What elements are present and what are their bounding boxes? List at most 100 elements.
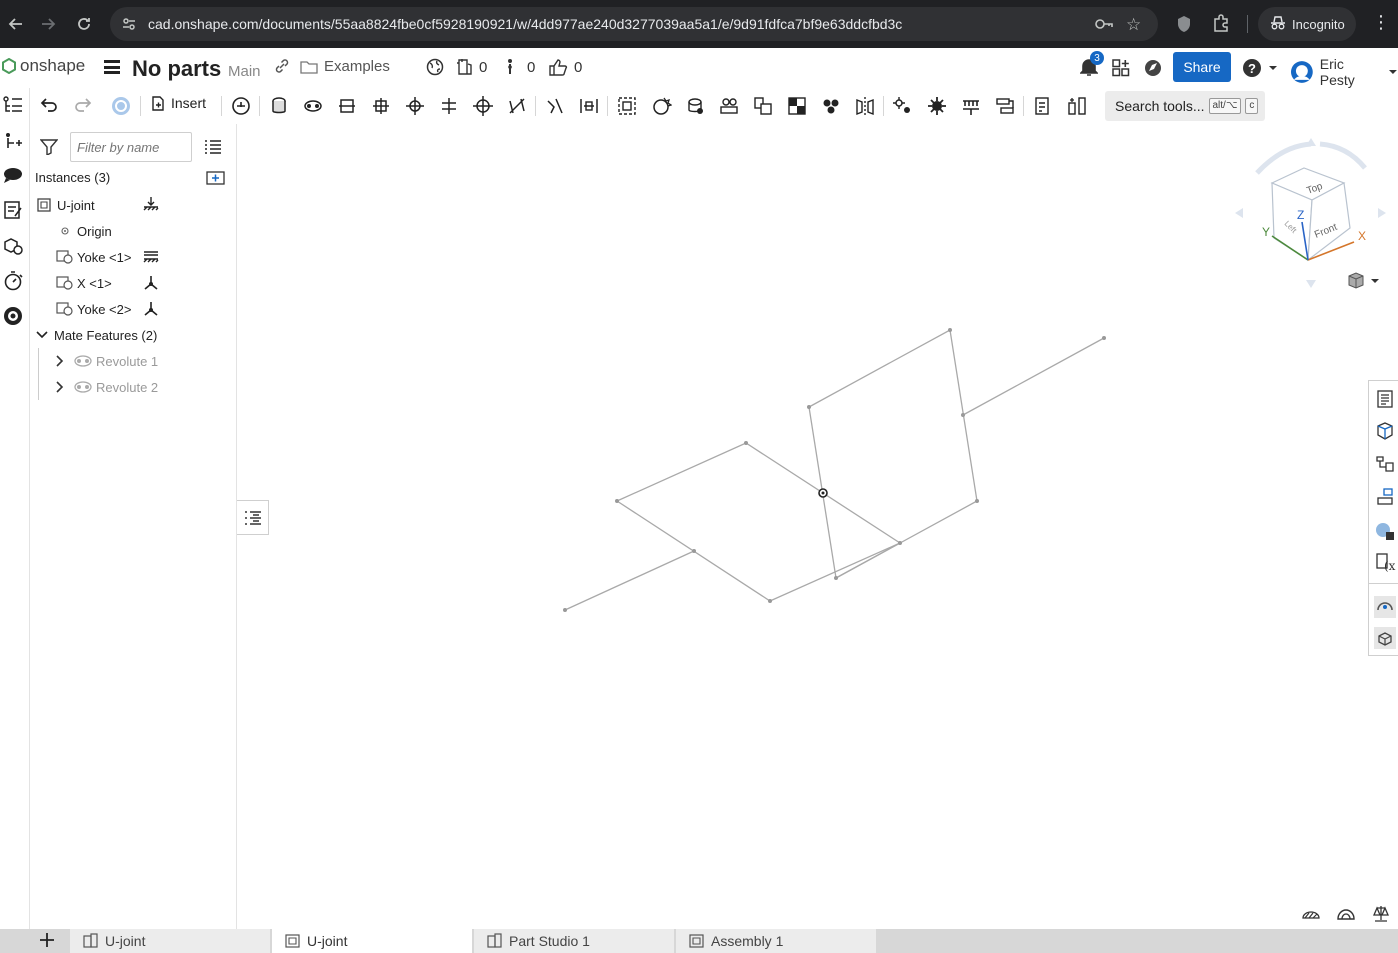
tab-ujoint-pinned[interactable]: U-joint <box>70 929 270 953</box>
browser-menu-icon[interactable]: ⋮ <box>1372 13 1390 31</box>
appearance-icon[interactable] <box>2 305 24 327</box>
reload-icon[interactable] <box>68 8 100 40</box>
mate-connector-icon[interactable] <box>650 95 673 117</box>
link-icon[interactable] <box>274 58 290 74</box>
width-mate-icon[interactable] <box>578 95 600 117</box>
feature-list-icon[interactable] <box>2 94 24 116</box>
undo-icon[interactable] <box>38 95 60 117</box>
notifications-button[interactable]: 3 <box>1080 51 1104 77</box>
insert-button[interactable]: Insert <box>150 94 206 112</box>
comments-icon[interactable] <box>2 165 24 187</box>
fastened-icon[interactable] <box>268 95 290 117</box>
user-menu[interactable]: Eric Pesty <box>1290 56 1398 88</box>
graphics-viewport[interactable]: Top Front Left X Y Z <box>237 124 1398 929</box>
instance-row-origin[interactable]: Origin <box>30 218 237 244</box>
address-bar[interactable]: cad.onshape.com/documents/55aa8824fbe0cf… <box>110 7 1158 41</box>
planar-mate-icon[interactable] <box>370 95 392 117</box>
measure-icon[interactable] <box>1066 95 1088 117</box>
view-mode-dropdown[interactable] <box>1347 272 1379 293</box>
instance-row-yoke2[interactable]: Yoke <2> <box>30 296 237 322</box>
tangent-mate-icon[interactable] <box>544 95 566 117</box>
bom-panel-icon[interactable] <box>1374 453 1396 475</box>
url-text[interactable]: cad.onshape.com/documents/55aa8824fbe0cf… <box>148 16 902 32</box>
onshape-logo[interactable]: onshape <box>2 56 85 76</box>
instance-row-ujoint[interactable]: U-joint <box>30 192 237 218</box>
ball-mate-icon[interactable] <box>472 95 494 117</box>
appearance-panel-icon[interactable] <box>1374 520 1396 542</box>
mate-features-header[interactable]: Mate Features (2) <box>30 322 237 348</box>
panel-collapse-tab[interactable] <box>237 500 269 535</box>
main-menu-icon[interactable] <box>104 60 120 74</box>
bookmark-star-icon[interactable]: ☆ <box>1126 15 1141 35</box>
share-button[interactable]: Share <box>1173 52 1231 82</box>
configurations-icon[interactable] <box>2 235 24 257</box>
section-view-icon[interactable] <box>1301 906 1321 925</box>
app-store-icon[interactable] <box>1111 58 1131 78</box>
document-title[interactable]: No parts <box>132 56 221 82</box>
search-tools-box[interactable]: Search tools... alt/⌥ c <box>1105 91 1265 121</box>
properties-panel-icon[interactable] <box>1374 388 1396 410</box>
replicate-icon[interactable] <box>820 95 842 117</box>
animation-timer-icon[interactable] <box>2 270 24 292</box>
view-cube[interactable]: Top Front Left X Y Z <box>1232 138 1392 288</box>
add-tab-icon[interactable] <box>38 931 56 952</box>
chevron-right-icon[interactable] <box>54 381 66 396</box>
add-instance-icon[interactable] <box>2 130 24 152</box>
parts-panel-icon[interactable] <box>1374 420 1396 442</box>
cylindrical-mate-icon[interactable] <box>404 95 426 117</box>
regenerate-icon[interactable] <box>110 95 132 117</box>
branch-label[interactable]: Main <box>228 63 261 80</box>
slider-mate-icon[interactable] <box>336 95 358 117</box>
chevron-down-icon[interactable] <box>36 329 48 344</box>
rack-pinion-icon[interactable] <box>718 95 740 117</box>
branches-indicator[interactable]: 0 <box>505 58 535 76</box>
parallel-mate-icon[interactable] <box>506 95 528 117</box>
help-menu[interactable]: ? <box>1242 58 1278 78</box>
extension-shield-icon[interactable] <box>1176 15 1192 36</box>
filter-funnel-icon[interactable] <box>39 139 59 158</box>
gear-relation-icon[interactable] <box>684 95 706 117</box>
linear-relation-icon[interactable] <box>786 95 808 117</box>
learning-center-icon[interactable] <box>1143 58 1163 78</box>
chevron-right-icon[interactable] <box>54 355 66 370</box>
exploded-view-panel-icon[interactable] <box>1374 627 1396 649</box>
tab-part-studio-1[interactable]: Part Studio 1 <box>474 929 674 953</box>
variables-panel-icon[interactable]: (x) <box>1374 551 1398 573</box>
group-icon[interactable] <box>616 95 638 117</box>
redo-icon[interactable] <box>72 95 94 117</box>
instance-row-x1[interactable]: X <1> <box>30 270 237 296</box>
pin-slot-mate-icon[interactable] <box>438 95 460 117</box>
create-folder-icon[interactable] <box>206 170 226 189</box>
password-key-icon[interactable] <box>1094 16 1114 35</box>
site-info-icon[interactable] <box>120 15 138 33</box>
extensions-puzzle-icon[interactable] <box>1212 14 1230 35</box>
fastened-mate-icon[interactable] <box>230 95 252 117</box>
mate-row-revolute2[interactable]: Revolute 2 <box>30 374 237 400</box>
bom-icon[interactable] <box>1032 95 1054 117</box>
list-view-icon[interactable] <box>204 139 222 158</box>
instance-row-yoke1[interactable]: Yoke <1> <box>30 244 237 270</box>
mate-values-panel-icon[interactable] <box>1374 486 1396 508</box>
mirror-icon[interactable] <box>854 95 876 117</box>
wireframe-model[interactable] <box>237 124 1398 929</box>
like-indicator[interactable]: 0 <box>548 58 582 76</box>
incognito-chip[interactable]: Incognito <box>1258 7 1356 41</box>
folder-breadcrumb[interactable]: Examples <box>300 58 390 75</box>
mate-row-revolute1[interactable]: Revolute 1 <box>30 348 237 374</box>
tab-ujoint-active[interactable]: U-joint <box>272 929 472 953</box>
screw-relation-icon[interactable] <box>752 95 774 117</box>
instances-header[interactable]: Instances (3) <box>30 164 237 190</box>
revolute-icon[interactable] <box>302 95 324 117</box>
linear-pattern-icon[interactable] <box>892 95 914 117</box>
back-icon[interactable] <box>0 8 32 40</box>
notes-icon[interactable] <box>2 199 24 221</box>
circular-pattern-icon[interactable] <box>926 95 948 117</box>
named-positions-icon[interactable] <box>994 95 1016 117</box>
display-mode-icon[interactable] <box>1336 906 1356 925</box>
public-globe-icon[interactable] <box>426 58 444 76</box>
explode-view-icon[interactable] <box>960 95 982 117</box>
filter-by-name-input[interactable] <box>70 132 192 162</box>
forward-icon[interactable] <box>32 8 64 40</box>
versions-indicator[interactable]: 0 <box>455 58 487 76</box>
tab-assembly-1[interactable]: Assembly 1 <box>676 929 876 953</box>
